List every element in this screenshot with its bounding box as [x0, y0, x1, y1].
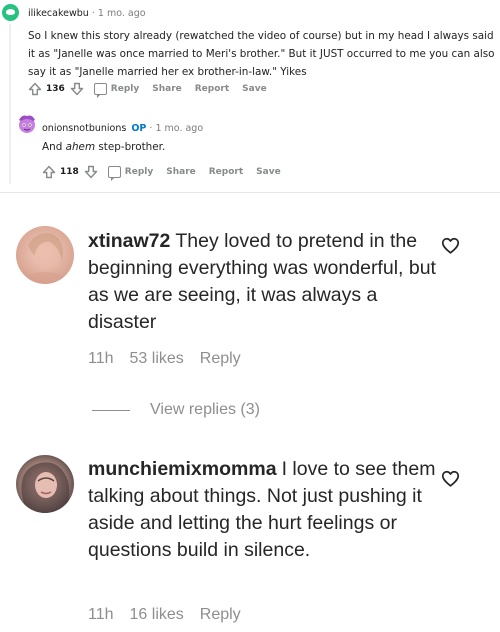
- comment-meta: 11h 16 likes Reply: [88, 606, 257, 624]
- comment-timestamp: 1 mo. ago: [97, 8, 146, 19]
- op-avatar[interactable]: [16, 113, 38, 135]
- share-button[interactable]: Share: [166, 167, 196, 177]
- comment-text: munchiemixmomma I love to see them talkin…: [88, 456, 440, 564]
- comment-timestamp: 11h: [88, 350, 114, 367]
- save-button[interactable]: Save: [242, 84, 267, 94]
- view-replies-button[interactable]: View replies (3): [92, 401, 260, 419]
- vote-count: 118: [60, 167, 79, 177]
- reply-button[interactable]: Reply: [200, 350, 241, 368]
- thread-line[interactable]: [9, 24, 11, 184]
- comment-body: So I knew this story already (rewatched …: [28, 30, 495, 79]
- comment-body: And ahem step-brother.: [42, 141, 165, 153]
- likes-count[interactable]: 16 likes: [130, 606, 184, 624]
- heart-icon[interactable]: [441, 470, 460, 487]
- downvote-icon[interactable]: [84, 165, 98, 179]
- heart-icon[interactable]: [441, 237, 460, 254]
- separator-dot: ·: [149, 123, 153, 134]
- comment-timestamp: 1 mo. ago: [155, 123, 204, 134]
- upvote-icon[interactable]: [42, 165, 56, 179]
- comment-header: ilikecakewbu · 1 mo. ago: [28, 8, 146, 19]
- reply-label: Reply: [110, 84, 140, 94]
- comment-username[interactable]: munchiemixmomma: [88, 458, 277, 480]
- user-avatar[interactable]: [16, 226, 74, 284]
- comment-text: xtinaw72 They loved to pretend in the beg…: [88, 228, 440, 336]
- view-replies-label: View replies (3): [150, 401, 260, 418]
- comment-actions: 118 Reply Share Report Save: [42, 165, 281, 181]
- comment-body-emphasis: ahem: [65, 141, 96, 153]
- op-badge: OP: [131, 123, 147, 134]
- comment-username[interactable]: ilikecakewbu: [28, 8, 89, 19]
- downvote-icon[interactable]: [70, 82, 84, 96]
- vote-count: 136: [46, 84, 65, 94]
- reddit-comment-thread: ilikecakewbu · 1 mo. ago So I knew this …: [0, 0, 500, 188]
- view-replies-line: [92, 409, 130, 411]
- reply-button[interactable]: Reply: [107, 166, 154, 181]
- likes-count[interactable]: 53 likes: [130, 350, 184, 368]
- reply-label: Reply: [124, 167, 154, 177]
- separator-dot: ·: [91, 8, 95, 19]
- user-avatar[interactable]: [2, 4, 19, 21]
- share-button[interactable]: Share: [152, 84, 182, 94]
- comment-body-suffix: step-brother.: [95, 141, 166, 153]
- save-button[interactable]: Save: [256, 167, 281, 177]
- comment-username[interactable]: onionsnotbunions: [42, 123, 126, 134]
- user-avatar[interactable]: [16, 455, 74, 513]
- comment-header: onionsnotbunions OP · 1 mo. ago: [42, 123, 203, 134]
- reply-button[interactable]: Reply: [93, 83, 140, 98]
- comment-bubble-icon: [93, 83, 107, 98]
- report-button[interactable]: Report: [195, 84, 229, 94]
- comment-timestamp: 11h: [88, 606, 114, 623]
- comment-meta: 11h 53 likes Reply: [88, 350, 257, 368]
- upvote-icon[interactable]: [28, 82, 42, 96]
- reply-button[interactable]: Reply: [200, 606, 241, 624]
- comment-actions: 136 Reply Share Report Save: [28, 82, 267, 98]
- section-divider: [0, 192, 500, 193]
- report-button[interactable]: Report: [209, 167, 243, 177]
- comment-username[interactable]: xtinaw72: [88, 230, 170, 252]
- comment-body-prefix: And: [42, 141, 66, 153]
- comment-bubble-icon: [107, 166, 121, 181]
